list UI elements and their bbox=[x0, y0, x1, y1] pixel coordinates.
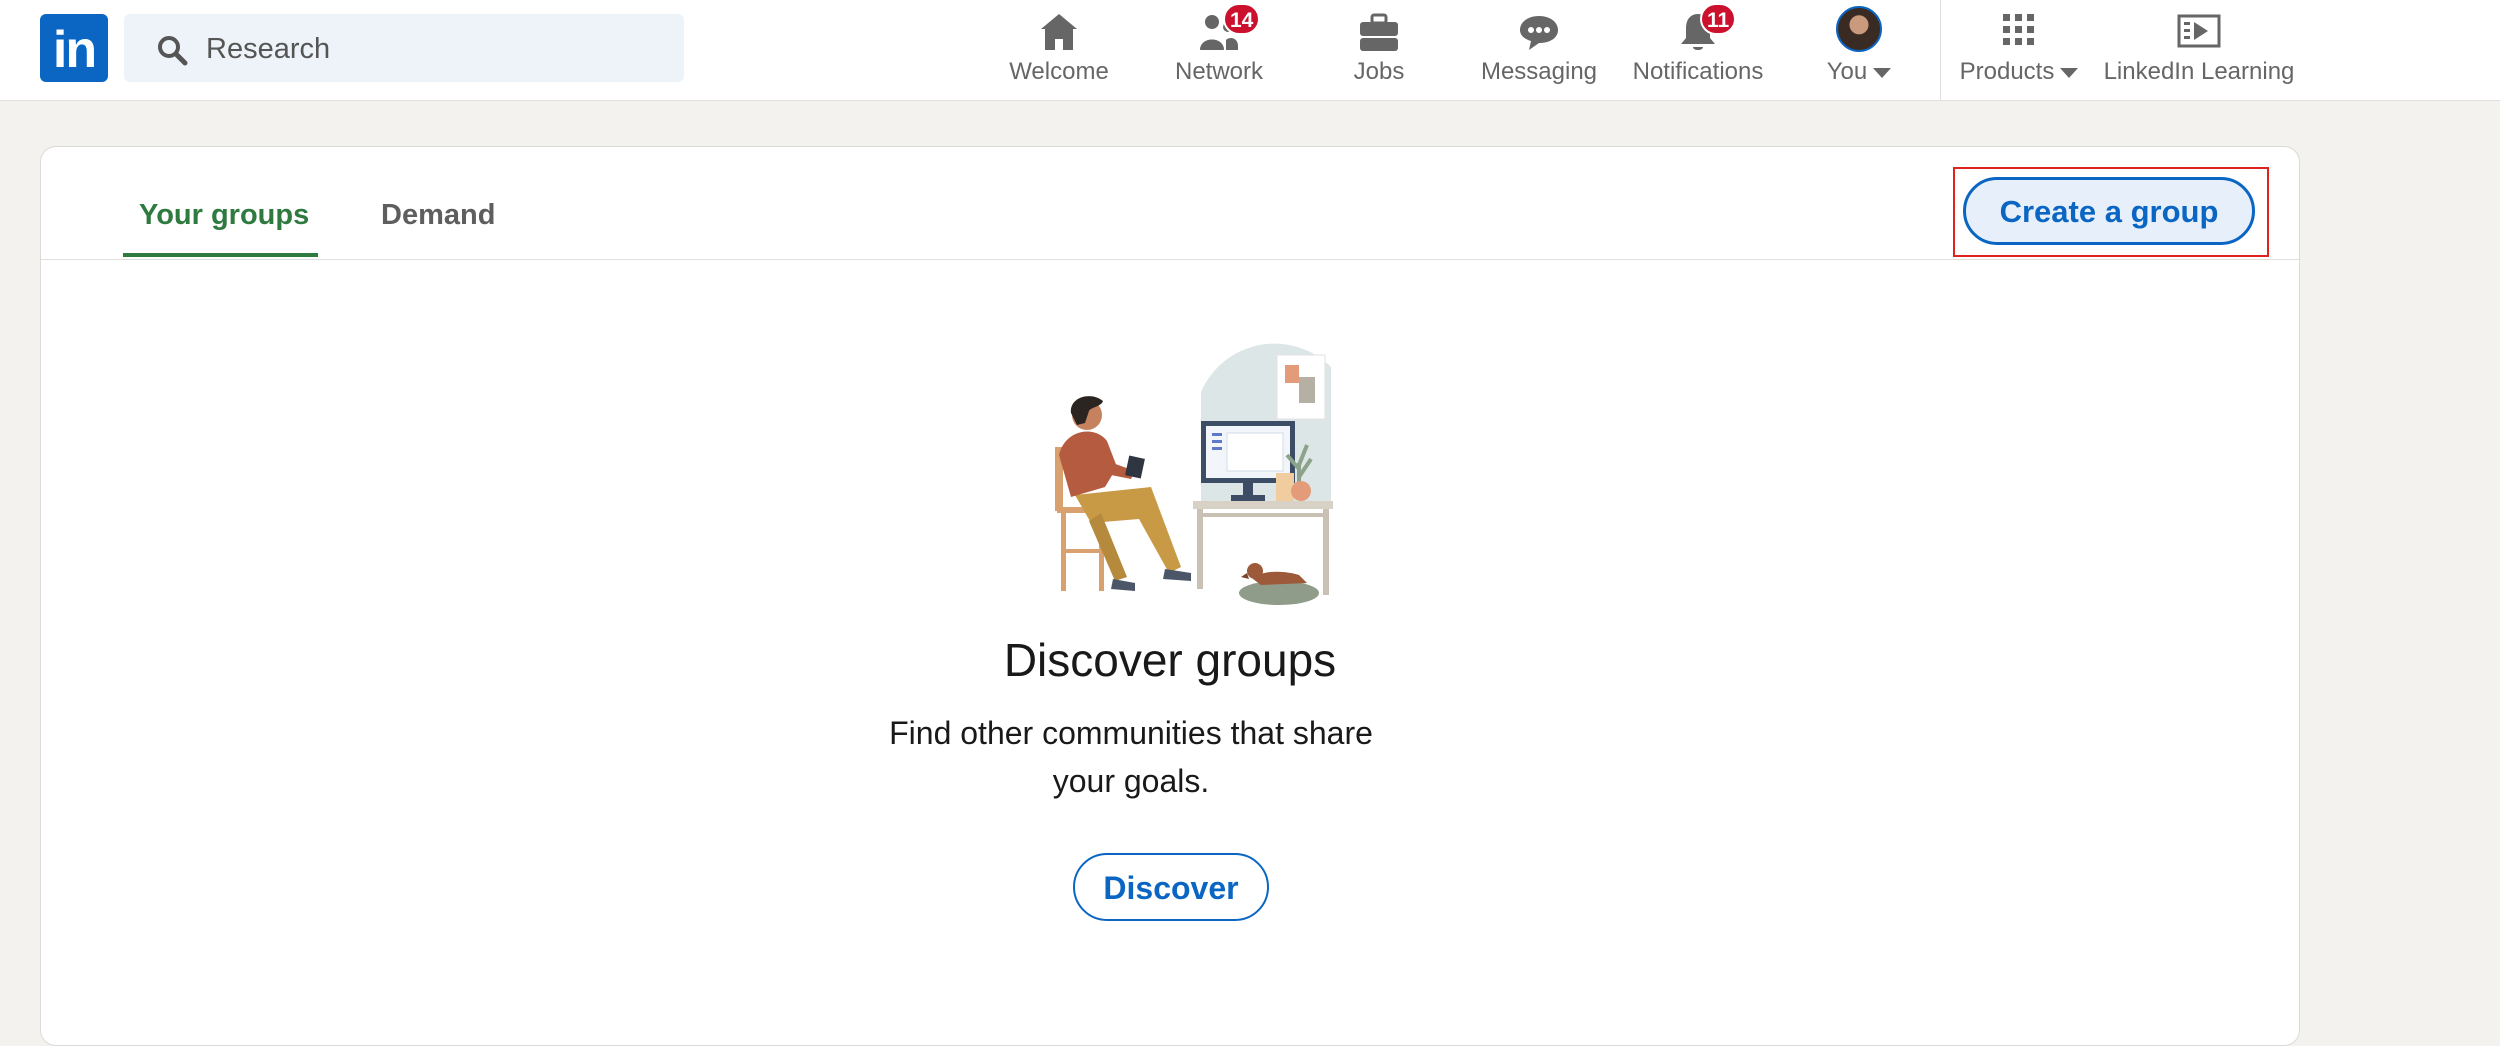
nav-linkedin-learning[interactable]: LinkedIn Learning bbox=[2098, 0, 2300, 100]
tab-demand[interactable]: Demand bbox=[381, 199, 495, 232]
search-icon bbox=[158, 36, 188, 66]
nav-messaging-label: Messaging bbox=[1480, 58, 1598, 85]
notifications-badge: 11 bbox=[1700, 3, 1737, 35]
nav-notifications[interactable]: 11 Notifications bbox=[1622, 0, 1774, 100]
nav-welcome-label: Welcome bbox=[1009, 58, 1109, 85]
nav-products[interactable]: Products bbox=[1946, 0, 2092, 100]
discover-button[interactable]: Discover bbox=[1073, 853, 1269, 921]
messaging-icon bbox=[1520, 16, 1558, 50]
nav-welcome[interactable]: Welcome bbox=[1000, 0, 1118, 100]
nav-divider bbox=[1940, 0, 1941, 100]
nav-messaging[interactable]: Messaging bbox=[1470, 0, 1608, 100]
learning-icon bbox=[2177, 14, 2221, 48]
nav-network[interactable]: 14 Network bbox=[1160, 0, 1278, 100]
nav-you[interactable]: You bbox=[1800, 0, 1918, 100]
empty-state-title: Discover groups bbox=[1003, 634, 1337, 686]
nav-learning-label: LinkedIn Learning bbox=[2103, 58, 2295, 85]
nav-notifications-label: Notifications bbox=[1632, 58, 1764, 85]
nav-jobs[interactable]: Jobs bbox=[1320, 0, 1438, 100]
briefcase-icon bbox=[1360, 13, 1398, 51]
nav-network-label: Network bbox=[1174, 58, 1264, 85]
nav-you-label: You bbox=[1826, 58, 1868, 85]
avatar bbox=[1836, 6, 1882, 52]
nav-products-label: Products bbox=[1959, 58, 2055, 85]
tabs-row: Your groups Demand Create a group bbox=[41, 147, 2299, 260]
search-box[interactable] bbox=[124, 14, 684, 82]
home-icon bbox=[1041, 14, 1077, 50]
search-input[interactable] bbox=[204, 24, 668, 74]
person-at-desk-illustration bbox=[1055, 343, 1333, 605]
nav-jobs-label: Jobs bbox=[1353, 58, 1405, 85]
grid-icon bbox=[2003, 14, 2034, 45]
chevron-down-icon bbox=[1873, 67, 1892, 78]
linkedin-logo[interactable]: in bbox=[40, 14, 108, 82]
tab-your-groups[interactable]: Your groups bbox=[139, 199, 309, 232]
top-nav-bar: in Welcome 14 Network Jobs bbox=[0, 0, 2500, 101]
nav-you-label-wrap: You bbox=[1800, 58, 1918, 86]
nav-products-label-wrap: Products bbox=[1946, 58, 2092, 86]
chevron-down-icon bbox=[2060, 67, 2079, 78]
active-tab-indicator bbox=[123, 253, 318, 257]
network-badge: 14 bbox=[1223, 3, 1261, 35]
create-group-button[interactable]: Create a group bbox=[1963, 177, 2255, 245]
groups-card: Your groups Demand Create a group Discov… bbox=[40, 146, 2300, 1046]
empty-state-description: Find other communities that share your g… bbox=[889, 715, 1373, 799]
